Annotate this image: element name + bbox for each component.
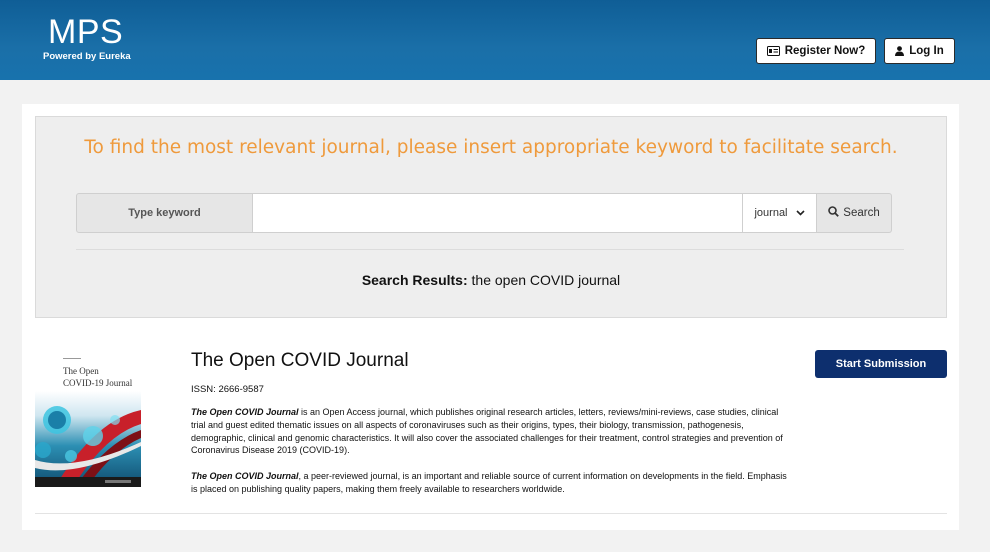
search-type-value: journal bbox=[754, 207, 788, 219]
journal-name-emphasis: The Open COVID Journal bbox=[191, 407, 299, 417]
journal-cover-image[interactable]: The Open COVID-19 Journal bbox=[35, 350, 141, 487]
login-button[interactable]: Log In bbox=[884, 38, 955, 64]
journal-description: The Open COVID Journal is an Open Access… bbox=[191, 406, 791, 457]
search-button-label: Search bbox=[843, 207, 880, 219]
journal-name-emphasis: The Open COVID Journal bbox=[191, 471, 299, 481]
header-bar: MPS Powered by Eureka Register Now? Log … bbox=[0, 0, 990, 80]
id-card-icon bbox=[766, 46, 780, 56]
search-panel: To find the most relevant journal, pleas… bbox=[35, 116, 947, 318]
journal-title[interactable]: The Open COVID Journal bbox=[191, 350, 409, 372]
keyword-label: Type keyword bbox=[76, 193, 253, 233]
search-button[interactable]: Search bbox=[817, 193, 892, 233]
login-label: Log In bbox=[909, 45, 944, 57]
search-icon bbox=[828, 206, 840, 220]
register-button[interactable]: Register Now? bbox=[756, 38, 876, 64]
divider bbox=[76, 249, 904, 250]
journal-issn: ISSN: 2666-9587 bbox=[191, 384, 264, 395]
results-label: Search Results: bbox=[361, 272, 468, 288]
journal-description-secondary: The Open COVID Journal, a peer-reviewed … bbox=[191, 470, 791, 496]
chevron-down-icon bbox=[795, 207, 805, 219]
journal-result: The Open COVID-19 Journal The Open COVID… bbox=[35, 344, 947, 514]
logo-title: MPS bbox=[48, 13, 124, 51]
cover-brand-mark bbox=[63, 358, 81, 359]
results-query: the open COVID journal bbox=[471, 272, 621, 288]
cover-title-line1: The Open bbox=[63, 366, 99, 376]
register-label: Register Now? bbox=[784, 45, 866, 57]
main-content: To find the most relevant journal, pleas… bbox=[22, 104, 959, 530]
user-icon bbox=[895, 46, 905, 56]
search-tagline: To find the most relevant journal, pleas… bbox=[84, 137, 898, 158]
search-results-summary: Search Results: the open COVID journal bbox=[36, 272, 946, 288]
keyword-input[interactable] bbox=[253, 193, 743, 233]
start-submission-button[interactable]: Start Submission bbox=[815, 350, 947, 378]
site-logo[interactable]: MPS Powered by Eureka bbox=[43, 14, 131, 62]
virus-illustration bbox=[35, 406, 141, 487]
logo-subtitle: Powered by Eureka bbox=[43, 51, 131, 62]
search-form: Type keyword journal Search bbox=[76, 193, 892, 233]
search-type-select[interactable]: journal bbox=[743, 193, 817, 233]
